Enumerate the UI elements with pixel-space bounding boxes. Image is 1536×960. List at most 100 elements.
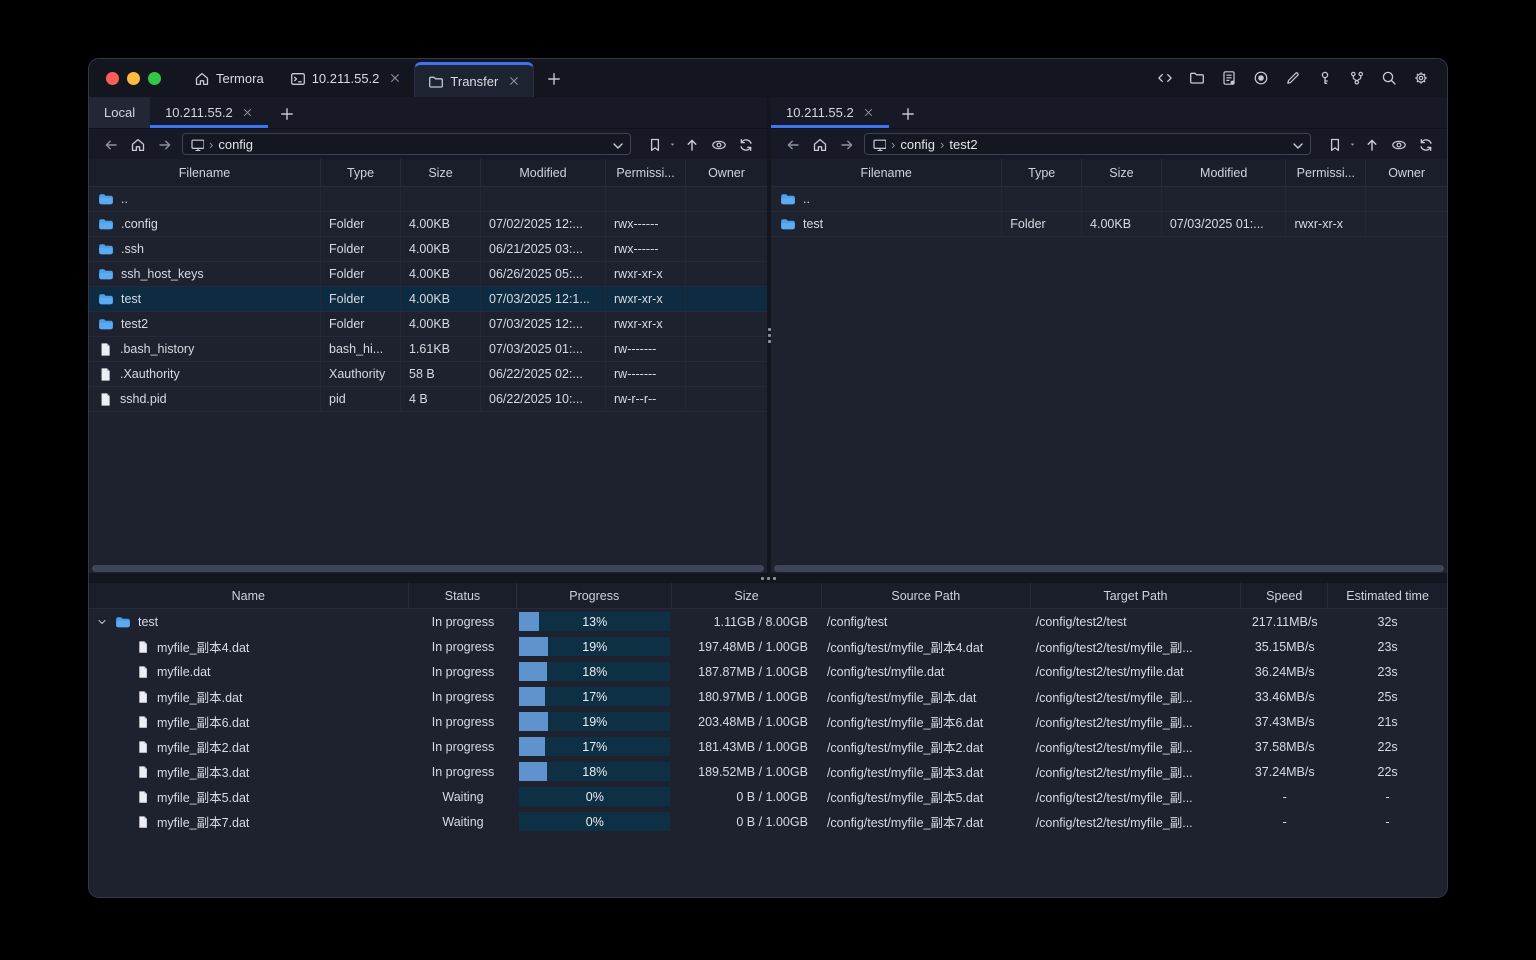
- code-icon[interactable]: [1154, 67, 1176, 89]
- home-button[interactable]: [125, 132, 150, 156]
- close-tab-icon[interactable]: [242, 107, 253, 118]
- transfer-row[interactable]: myfile_副本2.dat In progress 17% 181.43MB …: [89, 734, 1447, 759]
- owner-cell: [686, 237, 767, 261]
- column-header[interactable]: Modified: [481, 159, 606, 186]
- forward-button[interactable]: [152, 132, 177, 156]
- caret-down-icon[interactable]: [668, 140, 677, 149]
- close-window-button[interactable]: [106, 71, 119, 85]
- column-header[interactable]: Owner: [1366, 159, 1447, 186]
- search-icon[interactable]: [1378, 67, 1400, 89]
- source-path-cell: /config/test/myfile_副本2.dat: [826, 741, 984, 755]
- refresh-button[interactable]: [1413, 132, 1438, 156]
- scrollbar-thumb[interactable]: [774, 564, 1444, 572]
- tab-transfer[interactable]: Transfer: [414, 62, 535, 97]
- column-header[interactable]: Filename: [89, 159, 321, 186]
- plus-icon: [280, 107, 293, 120]
- tab-remote-host[interactable]: 10.211.55.2: [771, 97, 889, 128]
- file-row[interactable]: .bash_history bash_hi... 1.61KB 07/03/20…: [89, 337, 767, 362]
- status-cell: In progress: [431, 739, 495, 754]
- traffic-lights: [89, 59, 181, 97]
- bookmark-button[interactable]: [642, 132, 677, 156]
- parent-directory-button[interactable]: [679, 132, 704, 156]
- transfer-row[interactable]: myfile.dat In progress 18% 187.87MB / 1.…: [89, 659, 1447, 684]
- zoom-window-button[interactable]: [148, 71, 161, 85]
- column-header[interactable]: Size: [672, 583, 822, 608]
- tab-local[interactable]: Local: [89, 97, 151, 128]
- file-row[interactable]: .Xauthority Xauthority 58 B 06/22/2025 0…: [89, 362, 767, 387]
- edit-icon[interactable]: [1282, 67, 1304, 89]
- show-hidden-button[interactable]: [706, 132, 731, 156]
- document-icon[interactable]: [1218, 67, 1240, 89]
- horizontal-splitter[interactable]: [89, 573, 1447, 583]
- column-header[interactable]: Owner: [686, 159, 767, 186]
- path-dropdown-button[interactable]: [610, 138, 623, 151]
- file-row[interactable]: test2 Folder 4.00KB 07/03/2025 12:... rw…: [89, 312, 767, 337]
- column-header[interactable]: Name: [89, 583, 409, 608]
- back-button[interactable]: [98, 132, 123, 156]
- caret-down-icon[interactable]: [1348, 140, 1357, 149]
- column-header[interactable]: Target Path: [1031, 583, 1242, 608]
- column-header[interactable]: Modified: [1162, 159, 1287, 186]
- column-header[interactable]: Speed: [1241, 583, 1329, 608]
- column-header[interactable]: Source Path: [822, 583, 1031, 608]
- back-button[interactable]: [780, 132, 805, 156]
- path-input[interactable]: › config › test2: [864, 133, 1311, 155]
- new-tab-button[interactable]: [534, 59, 573, 97]
- tab-remote-host[interactable]: 10.211.55.2: [150, 97, 268, 128]
- file-row[interactable]: sshd.pid pid 4 B 06/22/2025 10:... rw-r-…: [89, 387, 767, 412]
- home-button[interactable]: [807, 132, 832, 156]
- tab-termora-home[interactable]: Termora: [181, 59, 277, 97]
- file-row[interactable]: test Folder 4.00KB 07/03/2025 12:1... rw…: [89, 287, 767, 312]
- modified-cell: 07/02/2025 12:...: [481, 212, 606, 236]
- close-tab-icon[interactable]: [389, 72, 401, 84]
- column-header[interactable]: Permissi...: [1286, 159, 1367, 186]
- transfer-row[interactable]: myfile_副本.dat In progress 17% 180.97MB /…: [89, 684, 1447, 709]
- transfer-row[interactable]: myfile_副本6.dat In progress 19% 203.48MB …: [89, 709, 1447, 734]
- add-panel-tab-button[interactable]: [889, 97, 925, 128]
- scrollbar-thumb[interactable]: [92, 564, 764, 572]
- column-header[interactable]: Filename: [771, 159, 1003, 186]
- progress-label: 0%: [585, 789, 604, 804]
- close-tab-icon[interactable]: [863, 107, 874, 118]
- close-tab-icon[interactable]: [508, 75, 520, 87]
- collapse-chevron-icon[interactable]: [96, 616, 108, 628]
- owner-cell: [686, 187, 767, 211]
- bookmark-button[interactable]: [1322, 132, 1357, 156]
- column-header[interactable]: Type: [321, 159, 401, 186]
- path-input[interactable]: › config: [182, 133, 631, 155]
- folder-icon[interactable]: [1186, 67, 1208, 89]
- record-icon[interactable]: [1250, 67, 1272, 89]
- transfer-row[interactable]: myfile_副本4.dat In progress 19% 197.48MB …: [89, 634, 1447, 659]
- breadcrumb-segment[interactable]: config: [218, 137, 253, 152]
- branch-icon[interactable]: [1346, 67, 1368, 89]
- column-header[interactable]: Status: [409, 583, 518, 608]
- add-panel-tab-button[interactable]: [268, 97, 304, 128]
- column-header[interactable]: Estimated time: [1328, 583, 1447, 608]
- column-header[interactable]: Size: [1082, 159, 1162, 186]
- transfer-row[interactable]: myfile_副本5.dat Waiting 0% 0 B / 1.00GB /…: [89, 784, 1447, 809]
- path-dropdown-button[interactable]: [1290, 138, 1303, 151]
- breadcrumb-segment[interactable]: config: [900, 137, 935, 152]
- transfer-row[interactable]: myfile_副本3.dat In progress 18% 189.52MB …: [89, 759, 1447, 784]
- column-header[interactable]: Permissi...: [606, 159, 686, 186]
- forward-button[interactable]: [834, 132, 859, 156]
- column-header[interactable]: Size: [401, 159, 481, 186]
- file-row[interactable]: ssh_host_keys Folder 4.00KB 06/26/2025 0…: [89, 262, 767, 287]
- file-row[interactable]: test Folder 4.00KB 07/03/2025 01:... rwx…: [771, 212, 1447, 237]
- column-header[interactable]: Progress: [517, 583, 673, 608]
- transfer-row[interactable]: myfile_副本7.dat Waiting 0% 0 B / 1.00GB /…: [89, 809, 1447, 834]
- column-header[interactable]: Type: [1002, 159, 1083, 186]
- transfer-row[interactable]: test In progress 13% 1.11GB / 8.00GB /co…: [89, 609, 1447, 634]
- key-icon[interactable]: [1314, 67, 1336, 89]
- refresh-button[interactable]: [733, 132, 758, 156]
- file-row[interactable]: .ssh Folder 4.00KB 06/21/2025 03:... rwx…: [89, 237, 767, 262]
- file-row[interactable]: .config Folder 4.00KB 07/02/2025 12:... …: [89, 212, 767, 237]
- file-row[interactable]: ..: [771, 187, 1447, 212]
- parent-directory-button[interactable]: [1359, 132, 1384, 156]
- file-row[interactable]: ..: [89, 187, 767, 212]
- show-hidden-button[interactable]: [1386, 132, 1411, 156]
- minimize-window-button[interactable]: [127, 71, 140, 85]
- settings-icon[interactable]: [1410, 67, 1432, 89]
- breadcrumb-segment[interactable]: test2: [949, 137, 977, 152]
- tab-ssh-session[interactable]: 10.211.55.2: [277, 59, 415, 97]
